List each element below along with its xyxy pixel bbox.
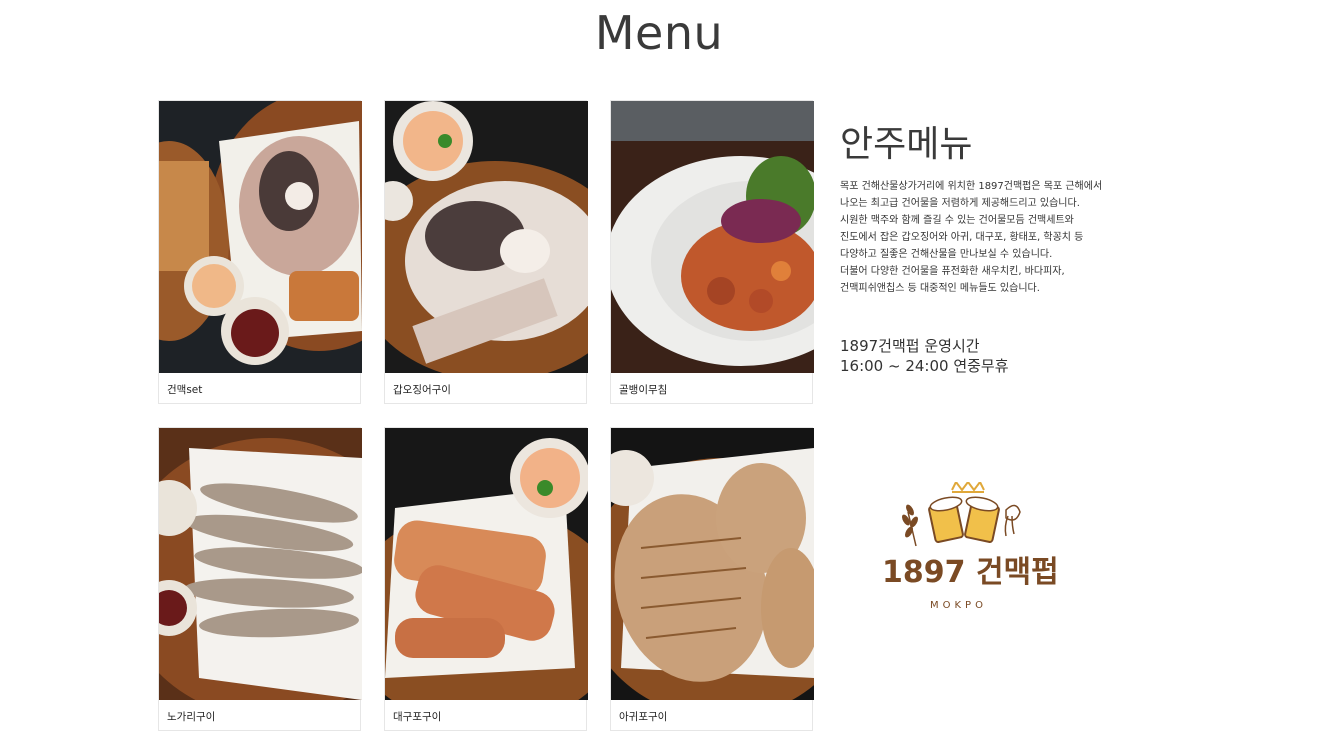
wheat-icon [902,504,918,547]
beer-mug-icon [928,496,1000,543]
description-line: 건맥피쉬앤칩스 등 대중적인 메뉴들도 있습니다. [840,283,1040,294]
description-line: 시원한 맥주와 함께 즐길 수 있는 건어물모듬 건맥세트와 [840,215,1074,226]
svg-text:™: ™ [1036,561,1042,568]
menu-info-panel: 안주메뉴 목포 건해산물상가거리에 위치한 1897건맥펍은 목포 근해에서 나… [840,122,1140,297]
description-line: 나오는 최고급 건어물을 저렴하게 제공해드리고 있습니다. [840,198,1080,209]
menu-card-gunmaek-set[interactable]: 건맥set [158,100,362,404]
menu-item-name: 건맥set [167,384,203,396]
grilled-dried-cod-photo[interactable] [385,428,588,700]
grilled-dried-monkfish-photo[interactable] [611,428,814,700]
svg-text:1897 건맥펍: 1897 건맥펍 [882,555,1058,590]
grilled-cuttlefish-photo[interactable] [385,101,588,373]
info-description: 목포 건해산물상가거리에 위치한 1897건맥펍은 목포 근해에서 나오는 최고… [840,178,1140,297]
menu-item-name: 갑오징어구이 [393,384,451,396]
page-title: Menu [594,6,724,60]
brand-logo: 1897 건맥펍 ™ MOKPO [878,480,1059,617]
menu-item-name: 대구포구이 [393,711,442,723]
dried-seafood-platter-photo[interactable] [159,101,362,373]
operating-hours: 1897건맥펍 운영시간 16:00 ~ 24:00 연중무휴 [840,336,1009,376]
description-line: 목포 건해산물상가거리에 위치한 1897건맥펍은 목포 근해에서 [840,181,1103,192]
menu-item-name: 골뱅이무침 [619,384,668,396]
description-line: 더불어 다양한 건어물을 퓨전화한 새우치킨, 바다피자, [840,266,1065,277]
svg-text:MOKPO: MOKPO [930,600,987,611]
menu-card-cod[interactable]: 대구포구이 [384,427,588,731]
hours-value: 16:00 ~ 24:00 연중무휴 [840,357,1009,375]
menu-item-name: 아귀포구이 [619,711,668,723]
grilled-dried-pollack-photo[interactable] [159,428,362,700]
description-line: 진도에서 잡은 갑오징어와 아귀, 대구포, 황태포, 학꽁치 등 [840,232,1084,243]
hours-title: 1897건맥펍 운영시간 [840,337,980,355]
description-line: 다양하고 질좋은 건해산물을 만나보실 수 있습니다. [840,249,1053,260]
menu-item-name: 노가리구이 [167,711,216,723]
crown-icon [951,480,985,493]
menu-card-monkfish[interactable]: 아귀포구이 [610,427,814,731]
menu-card-cuttlefish[interactable]: 갑오징어구이 [384,100,588,404]
menu-card-nogari[interactable]: 노가리구이 [158,427,362,731]
squid-icon [1004,504,1021,537]
spicy-whelk-salad-photo[interactable] [611,101,814,373]
menu-card-whelk[interactable]: 골뱅이무침 [610,100,814,404]
info-title: 안주메뉴 [840,124,973,165]
